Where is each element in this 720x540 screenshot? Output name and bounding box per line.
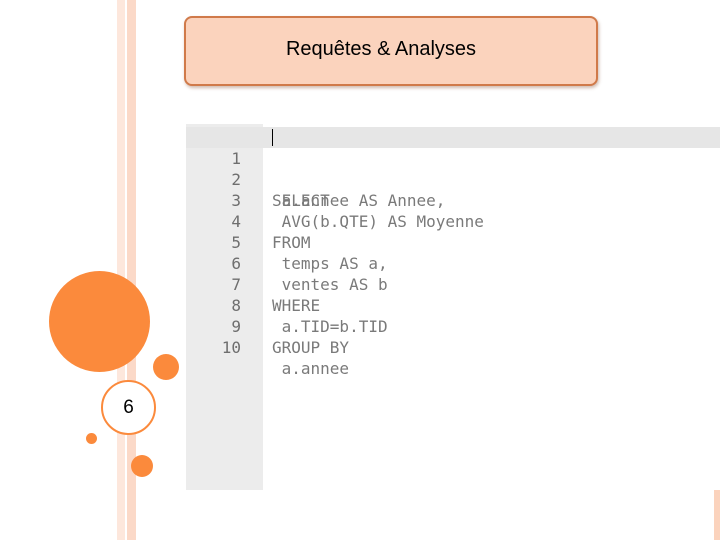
page-number: 6 bbox=[123, 396, 134, 418]
decor-circle-large bbox=[49, 271, 150, 372]
page-number-badge: 6 bbox=[101, 380, 156, 435]
code-line[interactable]: 5 temps AS a, bbox=[186, 211, 720, 273]
decor-circle-small bbox=[153, 354, 179, 380]
code-text[interactable]: GROUP BY bbox=[272, 337, 349, 358]
code-line[interactable]: 2 a.annee AS Annee, bbox=[186, 148, 720, 210]
line-number: 10 bbox=[221, 338, 241, 357]
decor-circle-small-2 bbox=[131, 455, 153, 477]
code-line[interactable]: 6 ventes AS b bbox=[186, 232, 720, 294]
decor-corner bbox=[714, 490, 720, 540]
code-line[interactable]: 4 FROM bbox=[186, 190, 720, 252]
code-line[interactable]: 8 a.TID=b.TID bbox=[186, 274, 720, 336]
text-cursor bbox=[272, 129, 273, 146]
decor-dot bbox=[86, 433, 97, 444]
slide-title: Requêtes & Analyses bbox=[285, 37, 477, 60]
code-line[interactable]: 9 GROUP BY bbox=[186, 295, 720, 357]
decor-stripe-left bbox=[117, 0, 125, 540]
slide-title-box: Requêtes & Analyses bbox=[184, 16, 598, 86]
code-line[interactable]: 7 WHERE bbox=[186, 253, 720, 315]
sql-editor[interactable]: 1 SELECT 2 a.annee AS Annee, 3 AVG(b.QTE… bbox=[186, 124, 720, 490]
code-line[interactable]: 1 SELECT bbox=[186, 127, 720, 210]
code-line[interactable]: 3 AVG(b.QTE) AS Moyenne bbox=[186, 169, 720, 231]
code-text[interactable]: a.annee bbox=[272, 358, 349, 379]
code-line[interactable]: 10 a.annee bbox=[186, 316, 720, 378]
